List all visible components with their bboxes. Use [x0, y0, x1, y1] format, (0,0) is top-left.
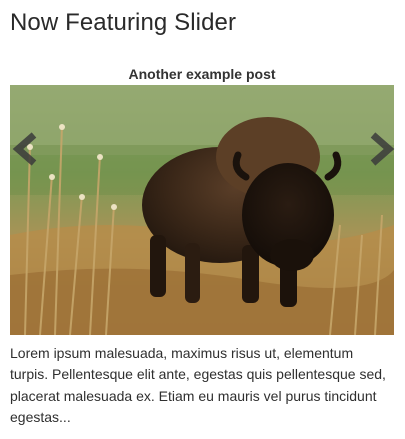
bison-photo [10, 85, 394, 335]
slide-image[interactable] [10, 85, 394, 335]
widget-title: Now Featuring Slider [10, 9, 237, 36]
slide-excerpt: Lorem ipsum malesuada, maximus risus ut,… [10, 345, 386, 425]
slide-post-title[interactable]: Another example post [10, 66, 394, 82]
chevron-right-icon [370, 132, 395, 166]
chevron-left-icon [12, 132, 37, 166]
slider-prev-button[interactable] [8, 129, 48, 169]
slider-next-button[interactable] [359, 129, 399, 169]
